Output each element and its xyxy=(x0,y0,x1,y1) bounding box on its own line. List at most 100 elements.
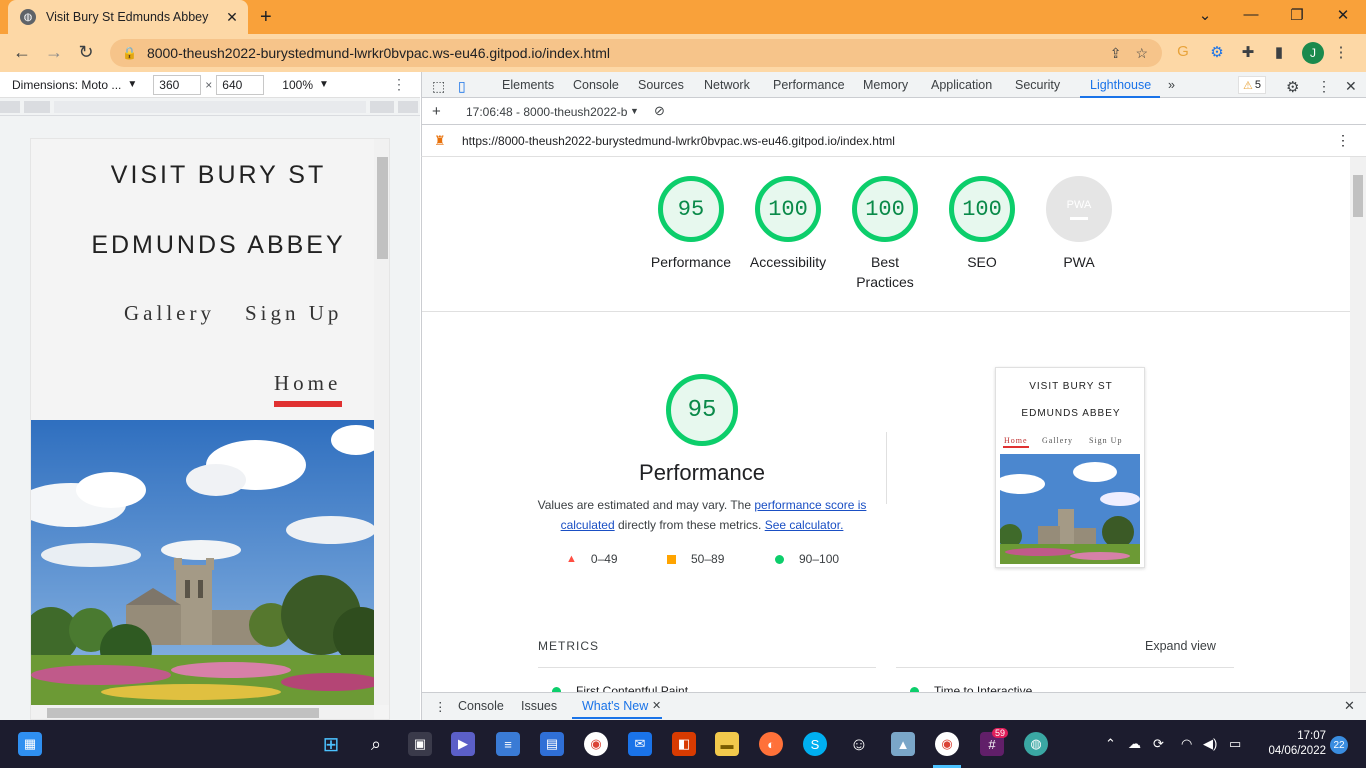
final-screenshot-thumbnail[interactable]: VISIT BURY ST EDMUNDS ABBEY Home Gallery… xyxy=(995,367,1145,568)
taskbar-clock[interactable]: 17:07 04/06/2022 xyxy=(1256,729,1326,759)
store-icon[interactable]: ▤ xyxy=(540,732,564,756)
viewport-vertical-scrollbar[interactable] xyxy=(374,139,389,705)
profile-avatar[interactable]: J xyxy=(1302,42,1324,64)
score-gauge-pwa[interactable]: PWA PWA xyxy=(1029,176,1129,272)
file-explorer-icon[interactable]: ▬ xyxy=(715,732,739,756)
tray-chevron-icon[interactable]: ⌃ xyxy=(1105,736,1116,752)
share-icon[interactable]: ⇪ xyxy=(1110,45,1122,62)
nav-link-gallery[interactable]: Gallery xyxy=(124,301,215,326)
task-view-icon[interactable]: ▣ xyxy=(408,732,432,756)
device-dimensions-select[interactable]: Dimensions: Moto ... xyxy=(12,78,121,92)
close-window-button[interactable]: ✕ xyxy=(1320,6,1366,24)
score-gauge-accessibility[interactable]: 100 Accessibility xyxy=(738,176,838,272)
side-panel-icon[interactable]: ▮ xyxy=(1268,43,1290,61)
minimize-button[interactable]: — xyxy=(1228,6,1274,23)
device-more-icon[interactable]: ⋮ xyxy=(392,76,406,93)
scrollbar-thumb[interactable] xyxy=(1353,175,1363,217)
extension-g-icon[interactable]: G xyxy=(1172,43,1194,60)
tab-memory[interactable]: Memory xyxy=(863,78,908,92)
dropdown-arrow-icon[interactable]: ▼ xyxy=(127,79,137,90)
tab-lighthouse[interactable]: Lighthouse xyxy=(1090,78,1151,92)
report-menu-icon[interactable]: ⋮ xyxy=(1336,132,1350,149)
extension-gear-icon[interactable]: ⚙ xyxy=(1206,43,1228,61)
battery-icon[interactable]: ▭ xyxy=(1229,736,1241,752)
emoji-app-icon[interactable]: ☺ xyxy=(847,732,871,756)
browser-app-icon[interactable]: ◍ xyxy=(1024,732,1048,756)
nav-link-sign-up[interactable]: Sign Up xyxy=(245,301,342,326)
office-icon[interactable]: ◧ xyxy=(672,732,696,756)
search-icon[interactable]: ⌕ xyxy=(364,732,388,756)
clear-reports-icon[interactable]: ⊘ xyxy=(654,103,665,119)
browser-tab[interactable]: ◍ Visit Bury St Edmunds Abbey ✕ xyxy=(8,0,248,34)
see-calculator-link[interactable]: See calculator. xyxy=(765,518,844,532)
inspect-element-icon[interactable]: ⬚ xyxy=(432,78,445,95)
back-arrow-icon[interactable]: ← xyxy=(11,42,33,63)
tab-console[interactable]: Console xyxy=(573,78,619,92)
report-selector[interactable]: 17:06:48 - 8000-theush2022-b xyxy=(466,105,627,119)
device-height-input[interactable]: 640 xyxy=(216,74,265,95)
report-scrollbar[interactable] xyxy=(1350,157,1366,692)
devtools-menu-icon[interactable]: ⋮ xyxy=(1317,78,1331,95)
report-url[interactable]: https://8000-theush2022-burystedmund-lwr… xyxy=(462,134,895,148)
close-drawer-tab-icon[interactable]: ✕ xyxy=(652,699,661,712)
wifi-icon[interactable]: ◠ xyxy=(1181,736,1192,752)
tab-security[interactable]: Security xyxy=(1015,78,1060,92)
start-windows-icon[interactable]: ⊞ xyxy=(319,732,343,756)
mail-icon[interactable]: ✉ xyxy=(628,732,652,756)
reload-icon[interactable]: ↻ xyxy=(75,42,97,63)
media-query-segment[interactable] xyxy=(54,101,366,113)
image-app-icon[interactable]: ▲ xyxy=(891,732,915,756)
tab-elements[interactable]: Elements xyxy=(502,78,554,92)
more-tabs-icon[interactable]: » xyxy=(1168,78,1175,92)
tray-app-icon[interactable]: ☁ xyxy=(1128,736,1141,752)
tab-sources[interactable]: Sources xyxy=(638,78,684,92)
nav-link-home[interactable]: Home xyxy=(274,371,341,396)
media-query-segment[interactable] xyxy=(398,101,418,113)
scrollbar-thumb[interactable] xyxy=(47,708,319,718)
extensions-puzzle-icon[interactable]: ✚ xyxy=(1237,43,1259,61)
tab-application[interactable]: Application xyxy=(931,78,992,92)
address-url[interactable]: 8000-theush2022-burystedmund-lwrkr0bvpac… xyxy=(147,45,1110,61)
notepad-icon[interactable]: ≡ xyxy=(496,732,520,756)
restore-button[interactable]: ❐ xyxy=(1274,6,1320,24)
device-width-input[interactable]: 360 xyxy=(153,74,202,95)
media-query-segment[interactable] xyxy=(370,101,394,113)
volume-icon[interactable]: ◀) xyxy=(1203,736,1217,752)
expand-view-toggle[interactable]: Expand view xyxy=(1145,639,1216,653)
drawer-tab-issues[interactable]: Issues xyxy=(521,699,557,713)
chrome-profile-icon[interactable]: ◉ xyxy=(935,732,959,756)
close-drawer-icon[interactable]: ✕ xyxy=(1344,698,1355,714)
new-report-icon[interactable]: + xyxy=(432,103,441,120)
drawer-tab-console[interactable]: Console xyxy=(458,699,504,713)
close-tab-icon[interactable]: ✕ xyxy=(222,9,242,26)
tab-search-icon[interactable]: ⌄ xyxy=(1182,6,1228,24)
media-query-segment[interactable] xyxy=(0,101,20,113)
chrome-icon[interactable]: ◉ xyxy=(584,732,608,756)
dropdown-arrow-icon[interactable]: ▼ xyxy=(630,106,639,116)
drawer-tab-whats-new[interactable]: What's New xyxy=(582,699,648,713)
warnings-badge[interactable]: ⚠ 5 xyxy=(1238,76,1266,94)
viewport-horizontal-scrollbar[interactable] xyxy=(31,705,374,719)
notification-badge[interactable]: 22 xyxy=(1330,736,1348,754)
close-devtools-icon[interactable]: ✕ xyxy=(1345,78,1357,95)
show-desktop-icon[interactable]: ▦ xyxy=(18,732,42,756)
dropdown-arrow-icon[interactable]: ▼ xyxy=(319,79,329,90)
drawer-menu-icon[interactable]: ⋮ xyxy=(434,699,447,714)
new-tab-button[interactable]: + xyxy=(260,6,272,29)
media-query-segment[interactable] xyxy=(24,101,50,113)
tab-network[interactable]: Network xyxy=(704,78,750,92)
tab-performance[interactable]: Performance xyxy=(773,78,845,92)
teams-icon[interactable]: ▶ xyxy=(451,732,475,756)
settings-gear-icon[interactable]: ⚙ xyxy=(1286,78,1299,96)
zoom-select[interactable]: 100% xyxy=(282,78,313,92)
tray-sync-icon[interactable]: ⟳ xyxy=(1153,736,1164,752)
skype-icon[interactable]: S xyxy=(803,732,827,756)
address-bar[interactable]: 🔒 8000-theush2022-burystedmund-lwrkr0bvp… xyxy=(110,39,1162,67)
firefox-icon[interactable]: ◐ xyxy=(759,732,783,756)
toggle-device-icon[interactable]: ▯ xyxy=(458,78,466,95)
score-gauge-seo[interactable]: 100 SEO xyxy=(932,176,1032,272)
forward-arrow-icon[interactable]: → xyxy=(43,42,65,63)
scrollbar-thumb[interactable] xyxy=(377,157,388,259)
browser-menu-icon[interactable]: ⋮ xyxy=(1330,43,1352,61)
lock-icon[interactable]: 🔒 xyxy=(122,46,137,60)
